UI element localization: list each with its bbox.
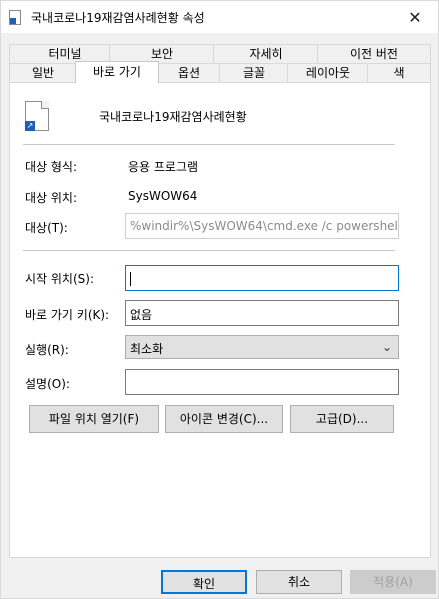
run-select-value: 최소화 xyxy=(130,342,164,356)
tab-layout[interactable]: 레이아웃 xyxy=(287,63,369,83)
chevron-down-icon: ⌄ xyxy=(381,340,392,354)
tab-options[interactable]: 옵션 xyxy=(157,63,221,83)
tab-colors[interactable]: 색 xyxy=(367,63,431,83)
separator xyxy=(23,144,395,145)
target-label: 대상(T): xyxy=(25,221,68,235)
cancel-button[interactable]: 취소 xyxy=(256,570,342,594)
title-bar: 국내코로나19재감염사례현황 속성 ✕ xyxy=(1,1,438,33)
tab-previous-versions[interactable]: 이전 버전 xyxy=(317,44,431,64)
apply-button[interactable]: 적용(A) xyxy=(350,570,436,594)
shortcut-name: 국내코로나19재감염사례현황 xyxy=(99,110,247,124)
start-in-label: 시작 위치(S): xyxy=(25,272,94,286)
comment-label: 설명(O): xyxy=(25,377,70,391)
window-title: 국내코로나19재감염사례현황 속성 xyxy=(31,11,205,25)
shortcut-file-icon-large: ↗ xyxy=(25,101,49,131)
change-icon-button[interactable]: 아이콘 변경(C)... xyxy=(165,405,283,433)
properties-window: 국내코로나19재감염사례현황 속성 ✕ 터미널 보안 자세히 이전 버전 일반 … xyxy=(0,0,439,599)
target-type-label: 대상 형식: xyxy=(25,160,78,174)
target-type-value: 응용 프로그램 xyxy=(128,160,199,174)
start-in-field[interactable] xyxy=(125,265,399,291)
run-select[interactable]: 최소화 ⌄ xyxy=(125,335,399,359)
shortcut-file-icon xyxy=(9,10,21,25)
comment-field[interactable] xyxy=(125,369,399,395)
hotkey-field[interactable]: 없음 xyxy=(125,300,399,326)
tab-shortcut[interactable]: 바로 가기 xyxy=(75,61,159,83)
hotkey-label: 바로 가기 키(K): xyxy=(25,308,110,322)
tab-general[interactable]: 일반 xyxy=(9,63,77,83)
run-label: 실행(R): xyxy=(25,343,69,357)
tab-details[interactable]: 자세히 xyxy=(213,44,319,64)
open-file-location-button[interactable]: 파일 위치 열기(F) xyxy=(29,405,159,433)
text-caret xyxy=(130,271,131,286)
separator xyxy=(23,250,395,251)
target-location-label: 대상 위치: xyxy=(25,191,78,205)
tab-font[interactable]: 글꼴 xyxy=(219,63,289,83)
close-icon[interactable]: ✕ xyxy=(392,1,438,33)
ok-button[interactable]: 확인 xyxy=(161,570,247,594)
target-location-value: SysWOW64 xyxy=(128,189,198,203)
target-field[interactable]: %windir%\SysWOW64\cmd.exe /c powershell … xyxy=(125,213,399,239)
advanced-button[interactable]: 고급(D)... xyxy=(290,405,394,433)
